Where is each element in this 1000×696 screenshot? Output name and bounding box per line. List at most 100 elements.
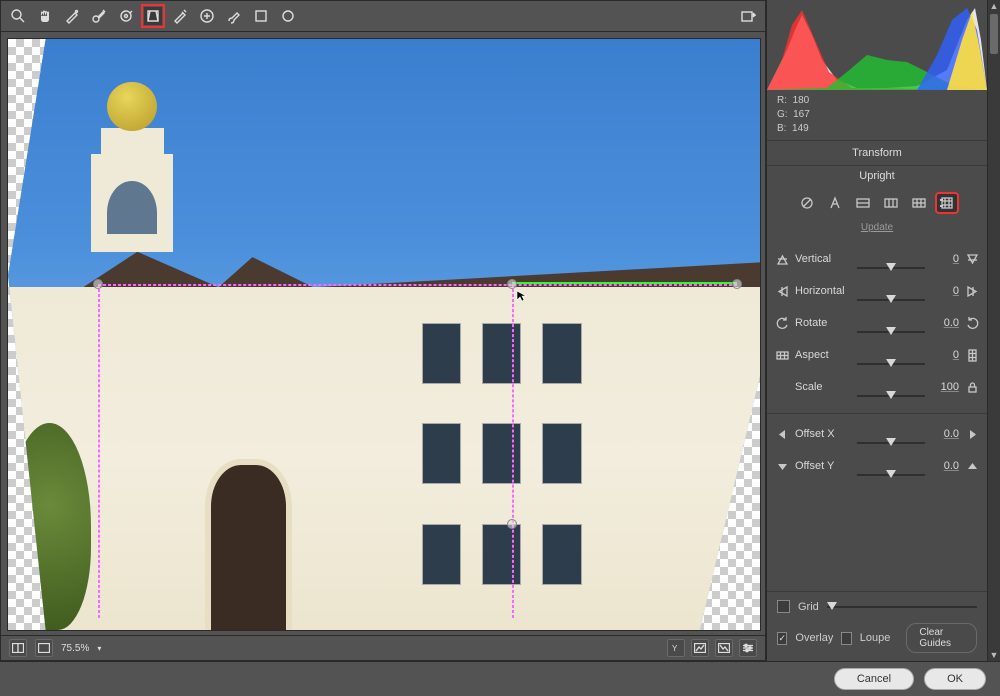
- slider-track[interactable]: [857, 331, 925, 333]
- upright-guide-vertical-1[interactable]: [98, 284, 100, 618]
- panel-title: Transform: [767, 140, 987, 166]
- adjustment-brush-tool-icon[interactable]: [225, 7, 243, 25]
- dialog-footer: Cancel OK: [0, 661, 1000, 696]
- upright-vertical-icon[interactable]: [881, 194, 901, 212]
- highlight-clip-icon[interactable]: [715, 639, 733, 657]
- transform-tool-icon[interactable]: [144, 7, 162, 25]
- graduated-filter-tool-icon[interactable]: [252, 7, 270, 25]
- rgb-r: 180: [793, 95, 810, 106]
- white-balance-tool-icon[interactable]: [63, 7, 81, 25]
- upright-auto-icon[interactable]: [825, 194, 845, 212]
- pv-bottom-icon: [965, 253, 979, 266]
- slider-value[interactable]: 0: [925, 285, 959, 297]
- slider-track[interactable]: [857, 363, 925, 365]
- canvas-wrap: [1, 32, 765, 635]
- rot-ccw-icon: [775, 317, 789, 330]
- clear-guides-button[interactable]: Clear Guides: [906, 623, 977, 653]
- arrow-down-icon: [775, 460, 789, 473]
- slider-value[interactable]: 0.0: [925, 428, 959, 440]
- panel-subtitle: Upright: [767, 166, 987, 186]
- arrow-up-icon: [965, 460, 979, 473]
- grid-h-icon: [775, 349, 789, 362]
- upright-guide-horizontal[interactable]: [98, 284, 737, 286]
- upright-level-icon[interactable]: [853, 194, 873, 212]
- single-view-icon[interactable]: [35, 639, 53, 657]
- upright-off-icon[interactable]: [797, 194, 817, 212]
- slider-label: Vertical: [795, 253, 855, 265]
- overlay-label: Overlay: [795, 632, 833, 644]
- slider-track[interactable]: [857, 474, 925, 476]
- hand-tool-icon[interactable]: [36, 7, 54, 25]
- lock-icon: [965, 381, 979, 394]
- grid-row: Grid: [777, 600, 977, 613]
- upright-mode-row: [767, 186, 987, 220]
- upright-guide-vertical-2[interactable]: [512, 284, 514, 618]
- right-panel: R: 180 G: 167 B: 149 Transform Upright U…: [766, 0, 987, 661]
- prefs-icon[interactable]: [739, 639, 757, 657]
- slider-row-vertical: Vertical 0: [775, 247, 979, 271]
- targeted-adjustment-tool-icon[interactable]: [117, 7, 135, 25]
- before-after-toggle-icon[interactable]: Y: [667, 639, 685, 657]
- upright-full-icon[interactable]: [909, 194, 929, 212]
- overlay-checkbox[interactable]: [777, 632, 787, 645]
- ok-button[interactable]: OK: [924, 668, 986, 690]
- slider-track[interactable]: [857, 442, 925, 444]
- transform-sliders: Vertical0Horizontal0Rotate0.0Aspect0Scal…: [767, 243, 987, 407]
- slider-label: Offset Y: [795, 460, 855, 472]
- red-eye-tool-icon[interactable]: [198, 7, 216, 25]
- zoom-value[interactable]: 75.5%: [61, 643, 89, 654]
- overlay-row: Overlay Loupe Clear Guides: [777, 623, 977, 653]
- slider-track[interactable]: [857, 267, 925, 269]
- status-bar: 75.5% ▾ Y: [1, 635, 765, 660]
- histogram[interactable]: [767, 0, 987, 90]
- shadow-clip-icon[interactable]: [691, 639, 709, 657]
- color-sampler-tool-icon[interactable]: [90, 7, 108, 25]
- arrow-right-icon: [965, 428, 979, 441]
- slider-label: Scale: [795, 381, 855, 393]
- bottom-controls: Grid Overlay Loupe Clear Guides: [767, 591, 987, 661]
- slider-value[interactable]: 0: [925, 349, 959, 361]
- upright-guided-icon[interactable]: [937, 194, 957, 212]
- guide-handle[interactable]: [93, 279, 103, 289]
- guide-handle[interactable]: [732, 279, 742, 289]
- photo: [8, 39, 760, 630]
- grid-size-slider[interactable]: [827, 606, 977, 608]
- update-link[interactable]: Update: [767, 220, 987, 243]
- grid-checkbox[interactable]: [777, 600, 790, 613]
- guide-handle[interactable]: [507, 279, 517, 289]
- slider-row-aspect: Aspect 0: [775, 343, 979, 367]
- cursor-icon: [516, 290, 528, 302]
- slider-value[interactable]: 0.0: [925, 317, 959, 329]
- rot-cw-icon: [965, 317, 979, 330]
- slider-label: Offset X: [795, 428, 855, 440]
- spot-removal-tool-icon[interactable]: [171, 7, 189, 25]
- app-window: 75.5% ▾ Y: [0, 0, 1000, 696]
- slider-label: Aspect: [795, 349, 855, 361]
- panel-scrollbar[interactable]: ▲ ▼: [987, 0, 1000, 661]
- slider-row-offset-x: Offset X 0.0: [775, 422, 979, 446]
- pv-top-icon: [775, 253, 789, 266]
- slider-value[interactable]: 0.0: [925, 460, 959, 472]
- zoom-tool-icon[interactable]: [9, 7, 27, 25]
- slider-track[interactable]: [857, 299, 925, 301]
- image-canvas[interactable]: [7, 38, 761, 631]
- grid-v-icon: [965, 349, 979, 362]
- slider-label: Rotate: [795, 317, 855, 329]
- active-guide-segment[interactable]: [512, 282, 738, 284]
- rgb-readout: R: 180 G: 167 B: 149: [767, 90, 987, 140]
- offset-sliders: Offset X 0.0 Offset Y 0.0: [767, 413, 987, 486]
- radial-filter-tool-icon[interactable]: [279, 7, 297, 25]
- zoom-dropdown-icon[interactable]: ▾: [97, 644, 101, 653]
- guide-handle[interactable]: [507, 519, 517, 529]
- rgb-g: 167: [793, 109, 810, 120]
- arrow-left-icon: [775, 428, 789, 441]
- loupe-checkbox[interactable]: [841, 632, 851, 645]
- scrollbar-thumb[interactable]: [990, 14, 998, 54]
- left-pane: 75.5% ▾ Y: [0, 0, 766, 661]
- slider-value[interactable]: 0: [925, 253, 959, 265]
- slider-track[interactable]: [857, 395, 925, 397]
- compare-view-icon[interactable]: [9, 639, 27, 657]
- slider-value[interactable]: 100: [925, 381, 959, 393]
- open-image-icon[interactable]: [739, 7, 757, 25]
- cancel-button[interactable]: Cancel: [834, 668, 914, 690]
